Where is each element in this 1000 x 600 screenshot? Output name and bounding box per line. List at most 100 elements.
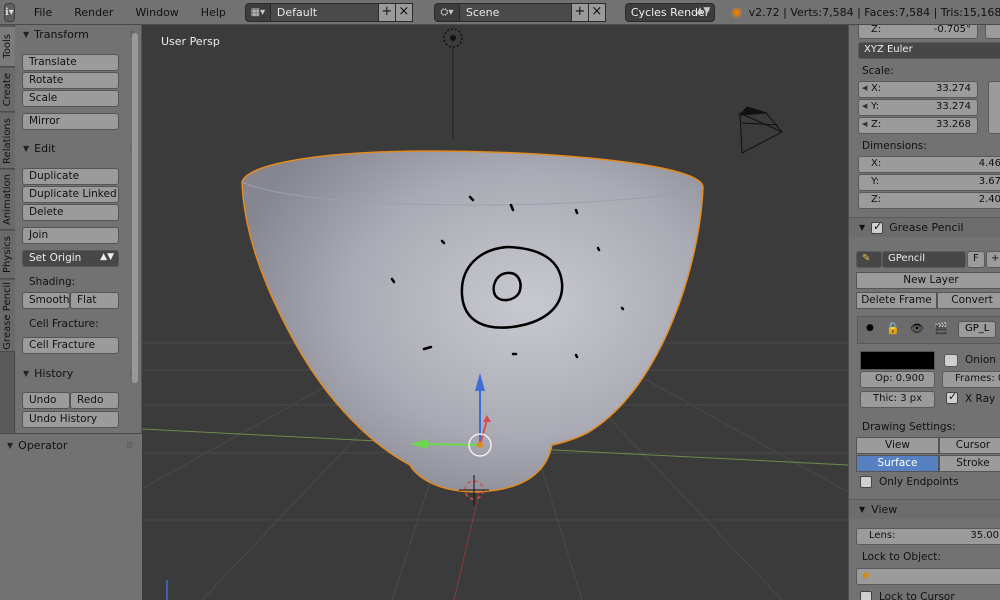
lock-icon[interactable]: 🔓 [886, 322, 900, 335]
delete-frame-button[interactable]: Delete Frame [856, 292, 937, 309]
info-editor-icon[interactable]: ℹ▾ [4, 2, 15, 22]
xray-label: X Ray [965, 393, 996, 405]
tab-relations[interactable]: Relations [0, 113, 15, 169]
bowl-mesh[interactable] [241, 150, 704, 493]
gpencil-name-label: GPencil [888, 253, 925, 264]
layout-remove-button[interactable]: × [395, 2, 413, 22]
operator-panel-header[interactable]: ▼ Operator [7, 439, 67, 452]
scale-z-value: 33.268 [936, 119, 971, 130]
render-engine-select[interactable]: Cycles Render ▲▼ [624, 2, 716, 22]
duplicate-linked-button[interactable]: Duplicate Linked [22, 186, 119, 203]
toolshelf-scrollbar[interactable] [132, 33, 138, 383]
lock-rotation-button[interactable] [985, 25, 1000, 39]
eye-icon[interactable]: 👁 [910, 322, 924, 335]
tab-physics[interactable]: Physics [0, 231, 15, 279]
redo-button[interactable]: Redo [70, 392, 119, 409]
updown-arrow-icon: ▲▼ [696, 5, 711, 16]
layer-name-field[interactable]: GP_L [958, 321, 996, 338]
tool-shelf: ▼Transform ⁞⁞⁞ Translate Rotate Scale Mi… [15, 25, 142, 433]
undo-history-button[interactable]: Undo History [22, 411, 119, 428]
add-gpencil-icon[interactable]: + [986, 251, 1000, 268]
scene-stats: v2.72 | Verts:7,584 | Faces:7,584 | Tris… [748, 5, 1000, 19]
y-axis-line [453, 484, 482, 600]
smooth-button[interactable]: Smooth [22, 292, 70, 309]
scale-y-field[interactable]: ◀ Y: 33.274 [858, 99, 978, 116]
draw-stroke-button[interactable]: Stroke [939, 455, 1000, 472]
dimension-x-field[interactable]: X: 4.46 [858, 156, 1000, 173]
new-layer-button[interactable]: New Layer [856, 272, 1000, 289]
cell-fracture-button[interactable]: Cell Fracture [22, 337, 119, 354]
tab-grease-pencil[interactable]: Grease Pencil [0, 280, 15, 352]
join-button[interactable]: Join [22, 227, 119, 244]
flat-button[interactable]: Flat [70, 292, 119, 309]
tab-animation-label: Animation [2, 174, 13, 225]
undo-button[interactable]: Undo [22, 392, 70, 409]
thickness-field[interactable]: Thic: 3 px [860, 391, 935, 408]
clapper-icon[interactable]: 🎬 [934, 322, 948, 335]
menu-render[interactable]: Render [63, 6, 124, 19]
menu-window[interactable]: Window [124, 6, 189, 19]
scale-lock-column[interactable] [988, 81, 1000, 134]
convert-button[interactable]: Convert [937, 292, 1000, 309]
rotate-button[interactable]: Rotate [22, 72, 119, 89]
translate-button[interactable]: Translate [22, 54, 119, 71]
edit-panel-header[interactable]: ▼ Edit [23, 142, 55, 155]
tab-animation[interactable]: Animation [0, 170, 15, 230]
scale-button[interactable]: Scale [22, 90, 119, 107]
scene-remove-button[interactable]: × [588, 2, 606, 22]
lamp-icon[interactable] [443, 28, 463, 48]
draw-cursor-button[interactable]: Cursor [939, 437, 1000, 454]
scene-add-button[interactable]: + [571, 2, 589, 22]
onion-skin-checkbox[interactable] [944, 354, 958, 367]
rotation-mode-select[interactable]: XYZ Euler [858, 42, 1000, 59]
panel-grip-icon[interactable]: ⁞⁞⁞ [126, 441, 133, 451]
duplicate-button[interactable]: Duplicate [22, 168, 119, 185]
scene-icon[interactable]: ⛭▾ [433, 2, 460, 22]
scale-y-value: 33.274 [936, 101, 971, 112]
lock-object-field[interactable]: ◆ [856, 568, 1000, 585]
xray-checkbox[interactable] [946, 390, 958, 404]
fake-user-button[interactable]: F [967, 251, 985, 268]
viewport-scene [142, 28, 848, 600]
camera-icon[interactable] [738, 106, 783, 154]
menu-help[interactable]: Help [190, 6, 237, 19]
lens-field[interactable]: Lens: 35.00 [856, 528, 1000, 545]
only-endpoints-checkbox[interactable] [860, 476, 872, 488]
menu-file[interactable]: File [23, 6, 63, 19]
layer-row[interactable]: ● 🔓 👁 🎬 GP_L [857, 316, 1000, 344]
grease-pencil-panel-header[interactable]: ▼ Grease Pencil [849, 217, 1000, 237]
lock-cursor-checkbox[interactable] [860, 591, 872, 600]
updown-arrow-icon: ▲▼ [100, 252, 114, 262]
dimension-z-field[interactable]: Z: 2.40 [858, 192, 1000, 209]
draw-surface-button[interactable]: Surface [856, 455, 939, 472]
mirror-button[interactable]: Mirror [22, 113, 119, 130]
delete-button[interactable]: Delete [22, 204, 119, 221]
scale-x-field[interactable]: ◀ X: 33.274 [858, 81, 978, 98]
dimension-x-value: 4.46 [978, 158, 1000, 169]
3d-viewport[interactable]: User Persp [142, 25, 848, 600]
opacity-field[interactable]: Op: 0.900 [860, 371, 935, 388]
scale-z-field[interactable]: ◀ Z: 33.268 [858, 117, 978, 134]
layout-add-button[interactable]: + [378, 2, 396, 22]
scene-name-field[interactable]: Scene [459, 2, 572, 22]
scale-z-label: Z: [871, 119, 882, 130]
grease-pencil-enable-checkbox[interactable] [871, 220, 884, 234]
tab-create[interactable]: Create [0, 68, 15, 112]
onion-frames-field[interactable]: Frames: 0 [942, 371, 1000, 388]
history-panel-header[interactable]: ▼ History [23, 367, 73, 380]
tab-tools[interactable]: Tools [0, 27, 15, 67]
onion-frames-value: Frames: 0 [955, 373, 1000, 384]
set-origin-dropdown[interactable]: Set Origin ▲▼ [22, 250, 119, 267]
layout-grid-icon[interactable]: ▦▾ [244, 2, 271, 22]
dimension-y-value: 3.67 [978, 176, 1000, 187]
draw-view-button[interactable]: View [856, 437, 939, 454]
layout-name-field[interactable]: Default [270, 2, 379, 22]
gpencil-name-field[interactable]: GPencil [882, 251, 966, 268]
rotation-z-field[interactable]: Z: -0.705° [858, 25, 978, 39]
dimension-y-field[interactable]: Y: 3.67 [858, 174, 1000, 191]
pencil-icon[interactable]: ✎ [856, 251, 882, 268]
view-panel-header[interactable]: ▼ View [849, 499, 1000, 519]
transform-panel-header[interactable]: ▼ Transform [23, 28, 89, 41]
stroke-color-swatch[interactable] [860, 351, 935, 370]
operator-title: Operator [18, 439, 68, 452]
